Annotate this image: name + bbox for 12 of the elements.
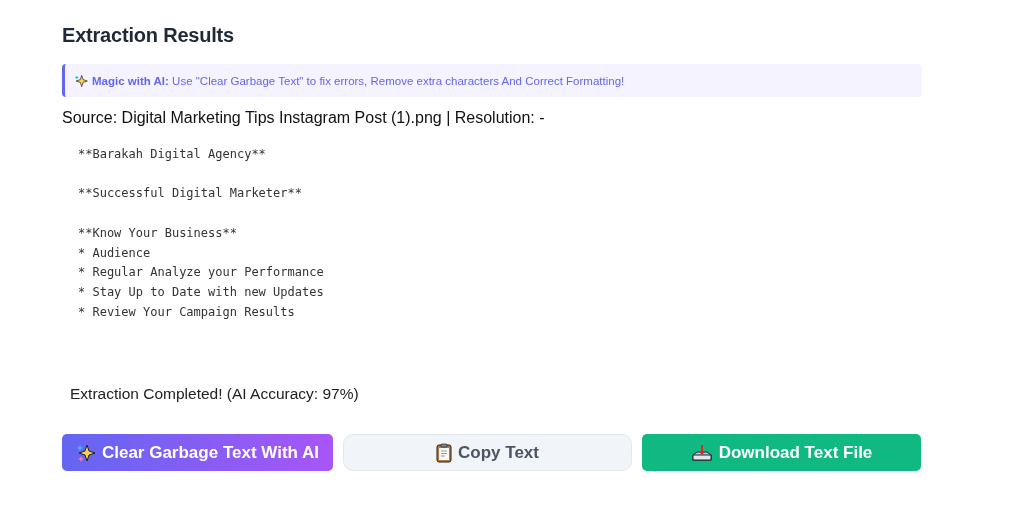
download-tray-icon [690, 442, 713, 463]
copy-text-button[interactable]: Copy Text [343, 434, 632, 471]
clipboard-icon [436, 442, 453, 463]
sparkles-icon [74, 73, 88, 88]
download-button[interactable]: Download Text File [642, 434, 921, 471]
extracted-text: **Barakah Digital Agency** **Successful Digital Marketer** **Know Your Business** * Audience * Regular Analyze your Performance * Stay Up to Date with new Updates * Review Your Campaign Results [78, 146, 325, 321]
clear-garbage-button[interactable]: Clear Garbage Text With AI [62, 434, 333, 471]
status-message: Extraction Completed! (AI Accuracy: 97%) [70, 385, 360, 403]
sparkles-icon [75, 442, 96, 463]
tip-text: Magic with AI: Use "Clear Garbage Text" to fix errors, Remove extra characters And Correct Formatting! [92, 74, 625, 87]
results-heading: Extraction Results [62, 24, 235, 47]
source-info: Source: Digital Marketing Tips Instagram Post (1).png | Resolution: - [62, 109, 546, 127]
